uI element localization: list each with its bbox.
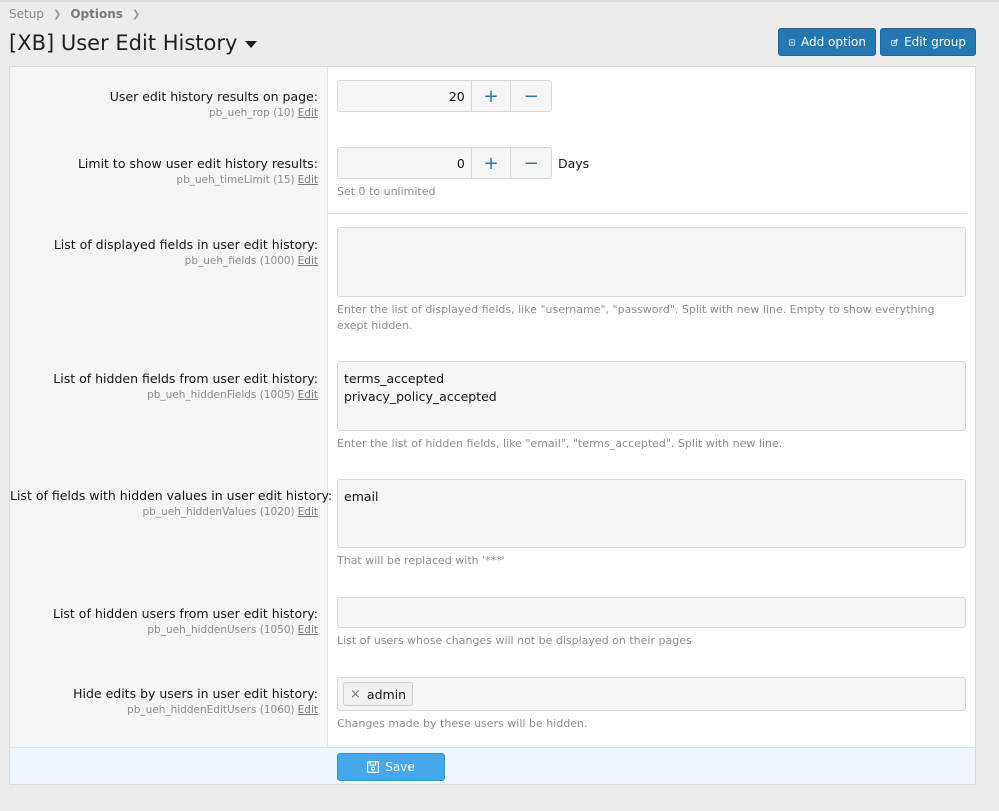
results-on-page-input[interactable]: 20 — [338, 81, 472, 111]
hidden-values-control: email That will be replaced with '***' — [337, 479, 966, 569]
option-title: Limit to show user edit history results: — [77, 156, 318, 171]
displayed-fields-explain: Enter the list of displayed fields, like… — [337, 303, 935, 332]
add-option-button[interactable]: Add option — [778, 28, 876, 56]
hidden-edit-users-explain: Changes made by these users will be hidd… — [337, 717, 588, 730]
chevron-right-icon: ❯ — [52, 8, 62, 20]
time-limit-stepper: 0 + − — [337, 147, 552, 179]
hidden-fields-control: terms_accepted privacy_policy_accepted E… — [337, 361, 966, 452]
option-hint: pb_ueh_hiddenValues (1020) Edit — [142, 506, 318, 518]
remove-token-icon[interactable]: × — [350, 687, 361, 702]
edit-link[interactable]: Edit — [298, 174, 318, 186]
edit-link[interactable]: Edit — [298, 389, 318, 401]
edit-group-button[interactable]: Edit group — [880, 28, 976, 56]
caret-down-icon[interactable] — [245, 40, 258, 48]
displayed-fields-textarea[interactable] — [337, 227, 966, 297]
time-limit-input[interactable]: 0 — [338, 148, 472, 178]
edit-group-label: Edit group — [904, 35, 966, 49]
time-limit-control: 0 + − Days Set 0 to unlimited — [337, 147, 966, 200]
option-label-displayed-fields: List of displayed fields in user edit hi… — [10, 237, 318, 267]
option-title: User edit history results on page: — [109, 89, 318, 104]
breadcrumb-setup[interactable]: Setup — [9, 7, 44, 21]
option-hint: pb_ueh_hiddenFields (1005) Edit — [147, 389, 318, 401]
decrement-button[interactable]: − — [511, 81, 551, 111]
top-border — [0, 0, 999, 2]
edit-icon — [891, 38, 899, 46]
time-limit-unit: Days — [558, 156, 590, 171]
breadcrumb-options[interactable]: Options — [70, 7, 123, 21]
increment-button[interactable]: + — [472, 81, 512, 111]
option-hint: pb_ueh_hiddenUsers (1050) Edit — [147, 624, 318, 636]
results-on-page-stepper: 20 + − — [337, 80, 552, 112]
displayed-fields-control: Enter the list of displayed fields, like… — [337, 227, 966, 334]
section-divider — [328, 213, 966, 214]
hidden-values-textarea[interactable]: email — [337, 479, 966, 548]
option-label-hidden-edit-users: Hide edits by users in user edit history… — [10, 686, 318, 716]
time-limit-explain: Set 0 to unlimited — [337, 185, 436, 198]
hidden-edit-users-token-input[interactable]: × admin — [337, 677, 966, 711]
option-hint: pb_ueh_rop (10) Edit — [208, 107, 318, 119]
option-title: List of hidden users from user edit hist… — [52, 606, 318, 621]
option-hint: pb_ueh_timeLimit (15) Edit — [176, 174, 318, 186]
page-title[interactable]: [XB] User Edit History — [9, 31, 258, 55]
option-title: List of fields with hidden values in use… — [10, 488, 333, 503]
option-label-hidden-values: List of fields with hidden values in use… — [10, 488, 333, 518]
hidden-edit-users-control: × admin Changes made by these users will… — [337, 677, 966, 732]
option-label-hidden-users: List of hidden users from user edit hist… — [10, 606, 318, 636]
decrement-button[interactable]: − — [511, 148, 551, 178]
user-token-label: admin — [366, 686, 407, 702]
edit-link[interactable]: Edit — [298, 255, 318, 267]
user-token: × admin — [343, 682, 414, 706]
results-on-page-control: 20 + − — [337, 80, 552, 112]
option-hint: pb_ueh_fields (1000) Edit — [184, 255, 318, 267]
edit-link[interactable]: Edit — [298, 704, 318, 716]
option-title: List of displayed fields in user edit hi… — [53, 237, 318, 252]
option-label-time-limit: Limit to show user edit history results:… — [10, 156, 318, 186]
option-label-hidden-fields: List of hidden fields from user edit his… — [10, 371, 318, 401]
hidden-users-input[interactable] — [337, 597, 966, 628]
form-footer: Save — [10, 747, 975, 784]
plus-square-icon — [789, 39, 795, 45]
hidden-users-explain: List of users whose changes will not be … — [337, 634, 692, 647]
edit-link[interactable]: Edit — [298, 506, 318, 518]
save-icon — [367, 761, 380, 773]
page-title-text: [XB] User Edit History — [9, 31, 238, 55]
edit-link[interactable]: Edit — [298, 107, 318, 119]
save-button[interactable]: Save — [337, 753, 445, 781]
option-title: List of hidden fields from user edit his… — [53, 371, 318, 386]
option-title: Hide edits by users in user edit history… — [73, 686, 318, 701]
edit-link[interactable]: Edit — [298, 624, 318, 636]
hidden-fields-explain: Enter the list of hidden fields, like "e… — [337, 437, 783, 450]
hidden-users-control: List of users whose changes will not be … — [337, 597, 966, 649]
option-hint: pb_ueh_hiddenEditUsers (1060) Edit — [127, 704, 318, 716]
options-panel: User edit history results on page: pb_ue… — [9, 66, 976, 785]
option-label-results-on-page: User edit history results on page: pb_ue… — [10, 89, 318, 119]
hidden-fields-textarea[interactable]: terms_accepted privacy_policy_accepted — [337, 361, 966, 431]
add-option-label: Add option — [801, 35, 866, 49]
increment-button[interactable]: + — [472, 148, 512, 178]
hidden-values-explain: That will be replaced with '***' — [337, 554, 505, 567]
breadcrumb: Setup ❯ Options ❯ — [9, 7, 149, 21]
chevron-right-icon: ❯ — [131, 8, 141, 20]
save-label: Save — [385, 760, 415, 774]
